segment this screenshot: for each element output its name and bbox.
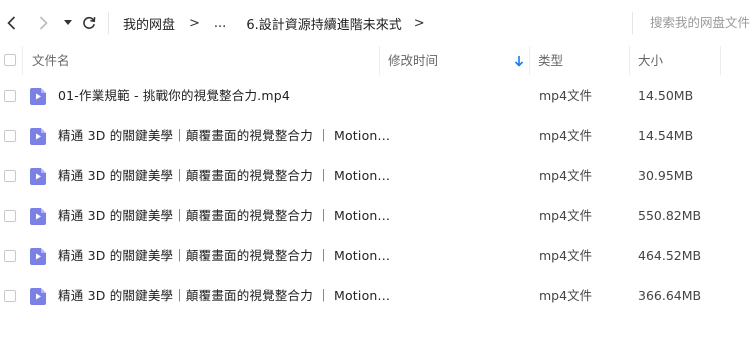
row-checkbox[interactable] [4, 170, 16, 182]
file-name: 精通 3D 的關鍵美學｜顛覆畫面的視覺整合力 ｜ Motion... [58, 248, 391, 263]
video-file-icon [30, 168, 46, 185]
file-size: 30.95MB [638, 168, 694, 183]
breadcrumb-root[interactable]: 我的网盘 [123, 14, 175, 33]
file-type: mp4文件 [539, 288, 593, 303]
breadcrumb-separator: > [189, 15, 200, 31]
video-file-icon [30, 248, 46, 265]
row-checkbox[interactable] [4, 250, 16, 262]
column-divider [629, 46, 630, 75]
video-file-icon [30, 288, 46, 305]
file-list-header: 文件名 修改时间 类型 大小 [0, 46, 753, 75]
file-type: mp4文件 [539, 88, 593, 103]
file-name: 精通 3D 的關鍵美學｜顛覆畫面的視覺整合力 ｜ Motion... [58, 208, 391, 223]
column-divider [529, 46, 530, 75]
file-type: mp4文件 [539, 208, 593, 223]
column-header-type[interactable]: 类型 [538, 46, 563, 75]
file-name: 精通 3D 的關鍵美學｜顛覆畫面的視覺整合力 ｜ Motion... [58, 168, 391, 183]
row-checkbox[interactable] [4, 290, 16, 302]
column-divider [720, 46, 721, 75]
file-row[interactable]: 精通 3D 的關鍵美學｜顛覆畫面的視覺整合力 ｜ Motion... mp4文件… [0, 116, 753, 156]
select-all-checkbox[interactable] [4, 54, 16, 66]
file-type: mp4文件 [539, 128, 593, 143]
file-name: 精通 3D 的關鍵美學｜顛覆畫面的視覺整合力 ｜ Motion... [58, 288, 391, 303]
chevron-left-icon[interactable] [2, 13, 20, 33]
file-size: 464.52MB [638, 248, 702, 263]
search-input[interactable]: 搜索我的网盘文件 [632, 12, 753, 34]
file-row[interactable]: 精通 3D 的關鍵美學｜顛覆畫面的視覺整合力 ｜ Motion... mp4文件… [0, 196, 753, 236]
column-divider [22, 46, 23, 75]
file-row[interactable]: 01-作業規範 - 挑戰你的視覺整合力.mp4 mp4文件 14.50MB [0, 76, 753, 116]
breadcrumb-trailing-separator[interactable]: > [414, 16, 425, 31]
file-size: 14.50MB [638, 88, 694, 103]
refresh-icon[interactable] [80, 13, 98, 33]
row-checkbox[interactable] [4, 90, 16, 102]
toolbar-divider [108, 12, 109, 34]
video-file-icon [30, 208, 46, 225]
file-type: mp4文件 [539, 248, 593, 263]
caret-down-icon[interactable] [62, 13, 74, 33]
file-row[interactable]: 精通 3D 的關鍵美學｜顛覆畫面的視覺整合力 ｜ Motion... mp4文件… [0, 236, 753, 276]
file-type: mp4文件 [539, 168, 593, 183]
video-file-icon [30, 88, 46, 105]
file-size: 14.54MB [638, 128, 694, 143]
top-toolbar: 我的网盘 > ... 6.設計資源持續進階未來式 > 搜索我的网盘文件 [0, 0, 753, 46]
column-divider [379, 46, 380, 75]
file-name: 精通 3D 的關鍵美學｜顛覆畫面的視覺整合力 ｜ Motion... [58, 128, 391, 143]
file-size: 366.64MB [638, 288, 702, 303]
file-row[interactable]: 精通 3D 的關鍵美學｜顛覆畫面的視覺整合力 ｜ Motion... mp4文件… [0, 156, 753, 196]
file-row[interactable]: 精通 3D 的關鍵美學｜顛覆畫面的視覺整合力 ｜ Motion... mp4文件… [0, 276, 753, 316]
breadcrumb-current[interactable]: 6.設計資源持續進階未來式 [246, 14, 401, 33]
row-checkbox[interactable] [4, 210, 16, 222]
video-file-icon [30, 128, 46, 145]
column-header-modified[interactable]: 修改时间 [388, 46, 438, 75]
file-size: 550.82MB [638, 208, 702, 223]
file-name: 01-作業規範 - 挑戰你的視覺整合力.mp4 [58, 88, 291, 103]
row-checkbox[interactable] [4, 130, 16, 142]
chevron-right-icon[interactable] [34, 13, 52, 33]
column-header-size[interactable]: 大小 [638, 46, 663, 75]
breadcrumb-ellipsis[interactable]: ... [214, 16, 226, 31]
breadcrumb: 我的网盘 > ... 6.設計資源持續進階未來式 > [123, 14, 439, 33]
sort-down-arrow-icon[interactable] [514, 55, 524, 67]
column-header-name[interactable]: 文件名 [32, 46, 70, 75]
